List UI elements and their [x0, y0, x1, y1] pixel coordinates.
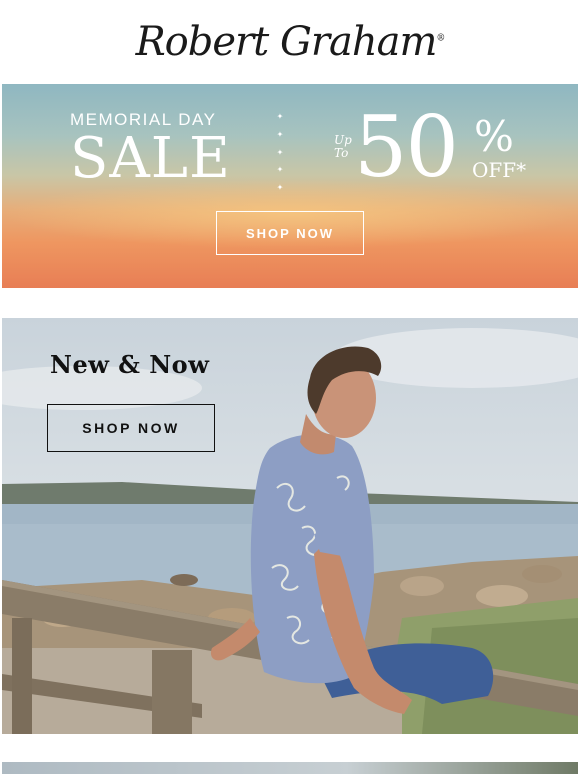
- logo-text: Robert Graham: [135, 19, 438, 65]
- sale-shop-now-button[interactable]: SHOP NOW: [216, 211, 364, 255]
- star-icon: ✦: [276, 147, 284, 157]
- next-section-peek: [2, 762, 578, 774]
- hero-photo: [2, 328, 578, 734]
- to-word: To: [334, 146, 349, 160]
- new-and-now-hero[interactable]: New & Now SHOP NOW: [2, 318, 578, 734]
- star-icon: ✦: [276, 183, 284, 192]
- discount-percent: 50: [354, 98, 459, 196]
- star-icon: ✦: [276, 129, 284, 139]
- percent-sign: %: [474, 112, 514, 161]
- brand-logo[interactable]: Robert Graham®: [135, 19, 446, 65]
- star-icon: ✦: [276, 165, 284, 175]
- memorial-day-sale-banner[interactable]: MEMORIAL DAY SALE ✦ ✦ ✦ ✦ ✦ Up To 50 % O…: [2, 84, 578, 288]
- up-to-label: Up To: [334, 134, 352, 160]
- star-divider: ✦ ✦ ✦ ✦ ✦: [274, 112, 286, 192]
- registered-mark: ®: [436, 33, 445, 44]
- sale-title: SALE: [70, 126, 231, 191]
- hero-shop-now-button[interactable]: SHOP NOW: [47, 404, 215, 452]
- star-icon: ✦: [276, 112, 284, 121]
- hero-headline: New & Now: [50, 350, 210, 379]
- header: Robert Graham®: [0, 0, 580, 84]
- off-label: OFF*: [472, 158, 527, 182]
